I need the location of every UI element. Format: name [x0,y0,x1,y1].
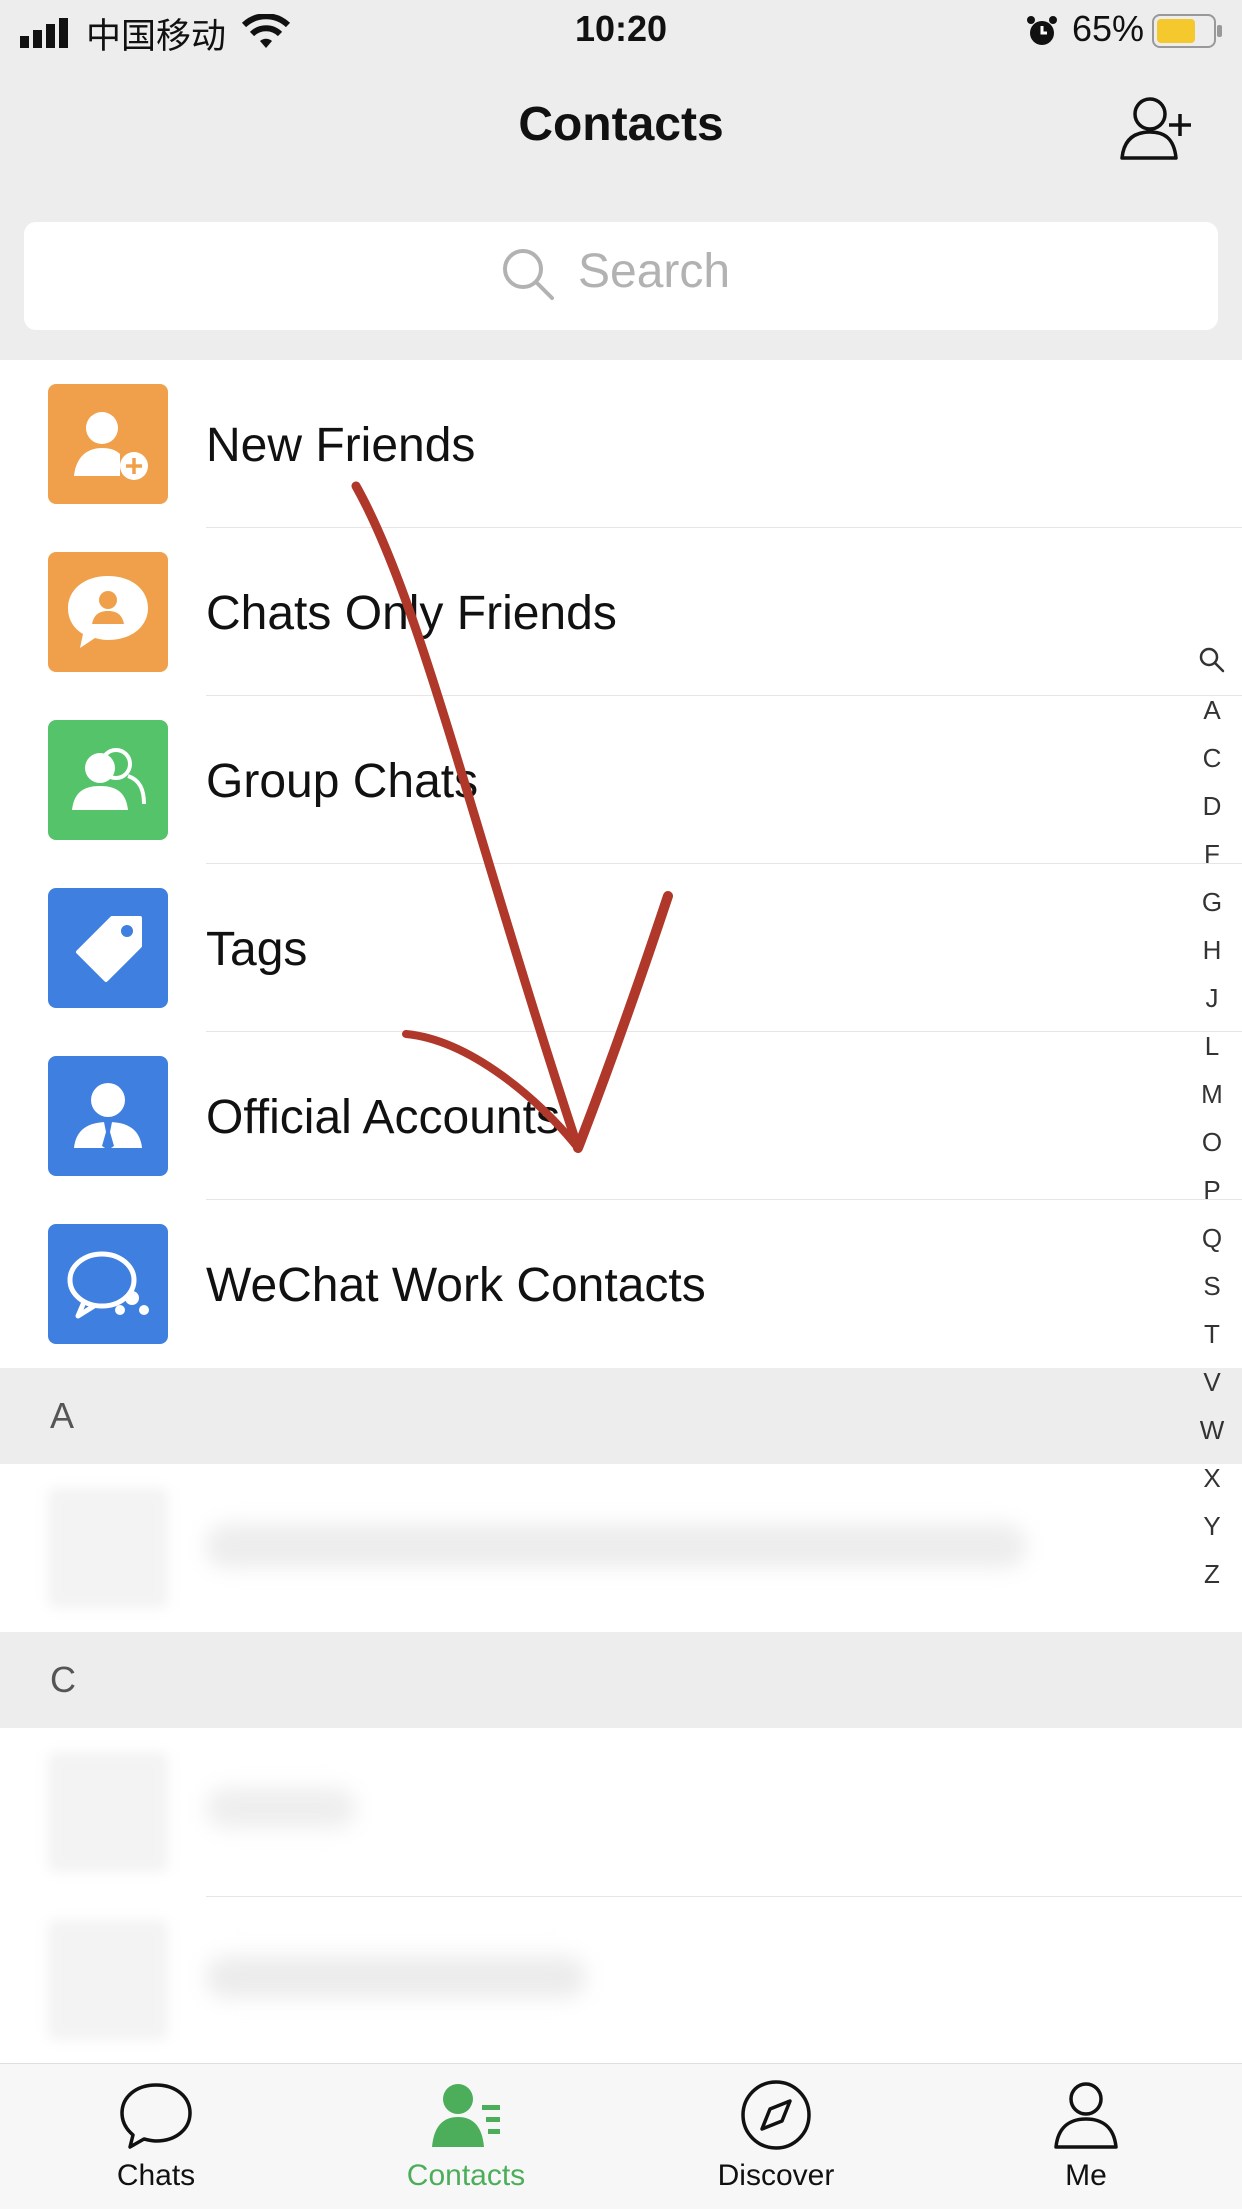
battery-icon [1152,14,1222,48]
index-letter[interactable]: W [1192,1406,1232,1454]
section-header-c [0,1632,1242,1728]
index-letter[interactable]: C [1192,734,1232,782]
index-letter[interactable]: T [1192,1310,1232,1358]
official-accounts-label: Official Accounts [206,1091,560,1144]
index-letter[interactable]: P [1192,1166,1232,1214]
search-icon [503,249,554,300]
index-letter[interactable]: L [1192,1022,1232,1070]
tags-label: Tags [206,923,308,976]
chats-only-friends-label: Chats Only Friends [206,587,617,640]
tag-icon [48,888,168,1008]
blurred-name [206,1524,1026,1568]
list-item-group-chats[interactable] [0,696,1242,864]
tab-me[interactable]: Me [986,2063,1186,2208]
avatar [48,1920,168,2040]
contact-row-blurred[interactable] [0,1897,1242,2063]
index-letter[interactable]: J [1192,974,1232,1022]
alarm-icon [1027,16,1057,45]
search-placeholder: Search [578,245,731,298]
section-letter: A [50,1395,75,1436]
tab-label: Contacts [406,2159,526,2192]
blurred-name [206,1956,586,1998]
tab-chats[interactable]: Chats [56,2063,256,2208]
tab-contacts[interactable]: Contacts [366,2063,566,2208]
index-letter[interactable]: O [1192,1118,1232,1166]
tab-label: Chats [116,2159,196,2192]
list-item-official-accounts[interactable] [0,1032,1242,1200]
index-search-icon[interactable] [1198,646,1226,674]
index-letter[interactable]: Q [1192,1214,1232,1262]
wechat-work-contacts-label: WeChat Work Contacts [206,1259,706,1312]
new-friends-label: New Friends [206,419,476,472]
index-letter[interactable]: Z [1192,1550,1232,1598]
tab-discover[interactable]: Discover [676,2063,876,2208]
avatar [48,1752,168,1872]
index-letter[interactable]: F [1192,830,1232,878]
index-letter[interactable]: X [1192,1454,1232,1502]
wechat-work-icon [48,1224,168,1344]
tab-label: Discover [717,2159,835,2192]
index-letter[interactable]: H [1192,926,1232,974]
group-chats-icon [48,720,168,840]
section-letter: C [50,1659,76,1700]
contact-row-blurred[interactable] [0,1728,1242,1896]
tab-label: Me [1065,2159,1107,2192]
blurred-name [206,1788,356,1828]
index-letter[interactable]: A [1192,686,1232,734]
person-icon [1054,2082,1118,2149]
list-item-tags[interactable] [0,864,1242,1032]
page-title: Contacts [518,98,724,151]
new-friends-icon [48,384,168,504]
chats-only-friends-icon [48,552,168,672]
index-letter[interactable]: V [1192,1358,1232,1406]
add-contact-icon[interactable] [1118,94,1198,164]
index-letter[interactable]: Y [1192,1502,1232,1550]
battery-percentage: 65% [1072,8,1145,49]
avatar [48,1488,168,1608]
compass-icon [741,2080,811,2150]
official-accounts-icon [48,1056,168,1176]
list-item-chats-only-friends[interactable] [0,528,1242,696]
section-header-a [0,1368,1242,1464]
contacts-icon [432,2084,500,2147]
index-letter[interactable]: G [1192,878,1232,926]
index-letter[interactable]: M [1192,1070,1232,1118]
list-item-new-friends[interactable] [0,360,1242,528]
alphabet-index[interactable]: A C D F G H J L M O P Q S T V W X Y Z [1192,686,1232,1598]
index-letter[interactable]: D [1192,782,1232,830]
group-chats-label: Group Chats [206,755,479,808]
chat-bubble-icon [120,2083,192,2149]
index-letter[interactable]: S [1192,1262,1232,1310]
